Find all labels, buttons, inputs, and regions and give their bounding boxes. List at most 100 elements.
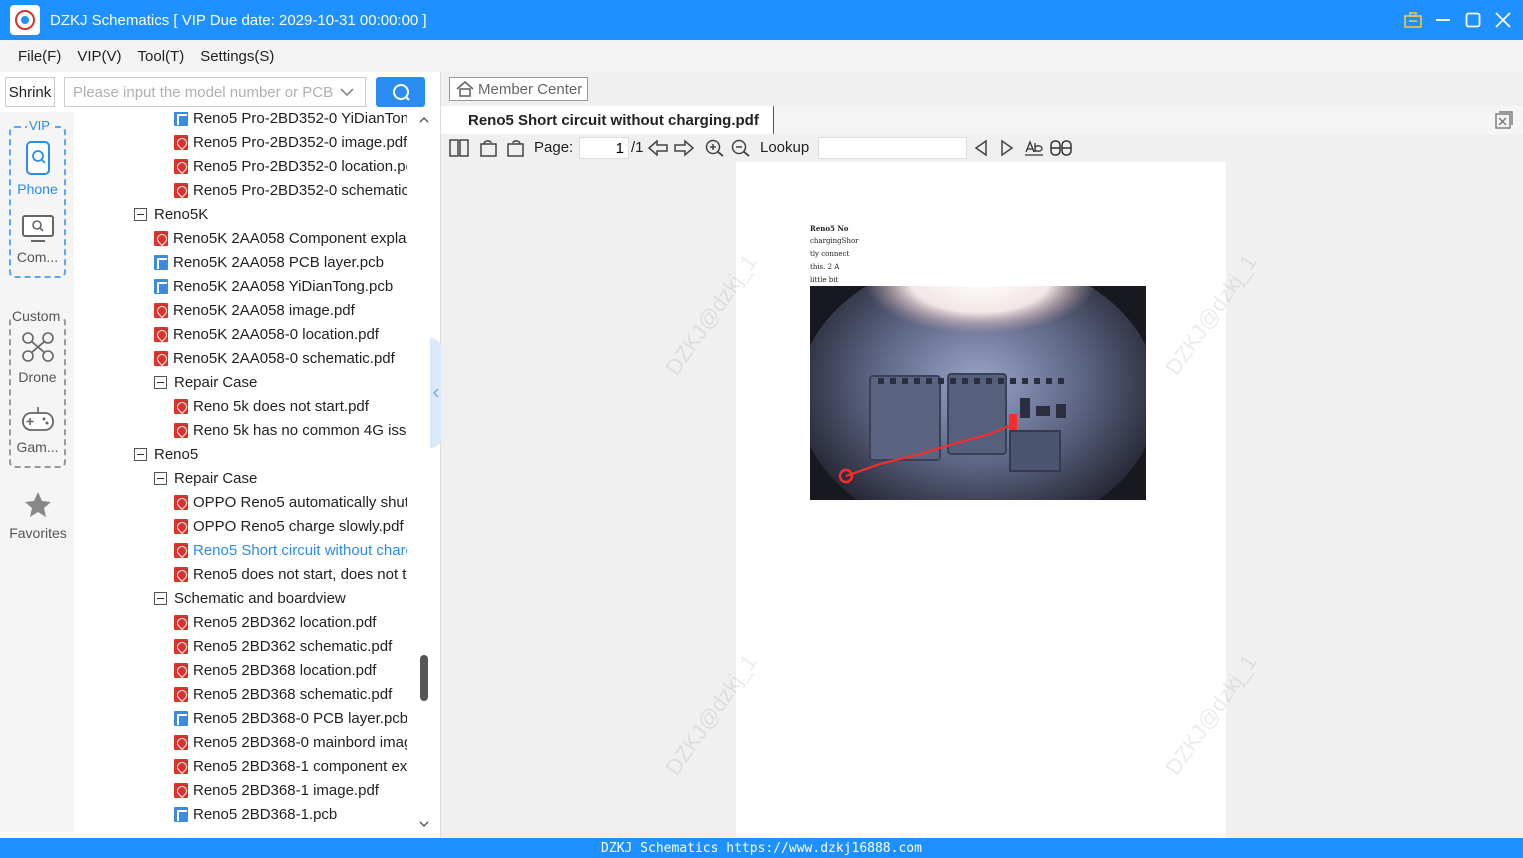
tree-file[interactable]: Reno5K 2AA058-0 location.pdf [154,322,407,346]
shrink-button[interactable]: Shrink [5,77,55,107]
pdf-file-icon [154,326,168,342]
tree-file[interactable]: OPPO Reno5 charge slowly.pdf [174,514,407,538]
tree-item-label: Reno5 Pro-2BD352-0 image.pdf [193,133,407,151]
dual-page-icon[interactable] [449,139,469,157]
previous-page-icon[interactable] [648,139,668,157]
collapse-toggle-icon[interactable] [154,471,167,485]
tree-item-label: OPPO Reno5 charge slowly.pdf [193,517,404,535]
pdf-file-icon [174,782,188,798]
tree-file[interactable]: Reno5 2BD362 schematic.pdf [174,634,407,658]
briefcase-icon[interactable] [1403,10,1423,30]
tree-folder[interactable]: Reno5 [134,442,407,466]
pcb-file-icon [154,254,168,270]
search-button[interactable] [376,77,425,107]
tree-file[interactable]: Reno5K 2AA058-0 schematic.pdf [154,346,407,370]
category-phone[interactable]: Phone [11,140,64,197]
page-number-input[interactable] [579,137,629,159]
pdf-file-icon [174,638,188,654]
tree-file[interactable]: Reno5 Pro-2BD352-0 location.pdf [174,154,407,178]
menu-vip[interactable]: VIP(V) [77,48,121,65]
tree-file[interactable]: Reno5K 2AA058 PCB layer.pcb [154,250,407,274]
file-tree: Reno5 Pro-2BD352-0 YiDianTong.pcb Reno5 P… [74,112,417,832]
zoom-in-icon[interactable] [705,139,725,157]
collapse-toggle-icon[interactable] [134,207,147,221]
tree-file[interactable]: Reno 5k has no common 4G issue.pdf [174,418,407,442]
pdf-file-icon [174,494,188,510]
rotate-left-icon[interactable] [479,139,499,157]
category-computer[interactable]: Com... [11,214,64,265]
pdf-file-icon [174,662,188,678]
tree-file[interactable]: OPPO Reno5 automatically shuts down.pdf [174,490,407,514]
collapse-toggle-icon[interactable] [134,447,147,461]
pcb-file-icon [174,112,188,126]
lookup-input[interactable] [818,137,967,159]
rotate-right-icon[interactable] [505,139,525,157]
tree-folder[interactable]: Reno5K [134,202,407,226]
pdf-file-icon [174,686,188,702]
maximize-button[interactable] [1463,10,1483,30]
vip-group: VIP Phone Com... [9,118,66,278]
tree-folder[interactable]: Schematic and boardview [154,586,407,610]
pdf-viewer[interactable]: Reno5 No chargingShor tly connect this. … [441,162,1523,838]
menu-tool[interactable]: Tool(T) [138,48,185,65]
tree-file[interactable]: Reno5 2BD368-0 mainbord image.pdf [174,730,407,754]
minimize-button[interactable] [1433,10,1453,30]
member-center-button[interactable]: Member Center [449,77,588,101]
match-case-icon[interactable] [1024,139,1044,157]
tree-scrollbar[interactable] [417,112,431,832]
tree-folder[interactable]: Repair Case [154,466,407,490]
tree-item-label: Reno5 [154,445,199,463]
collapse-toggle-icon[interactable] [154,591,167,605]
tree-item-label: Schematic and boardview [174,589,346,607]
scroll-up-icon[interactable] [419,116,429,124]
pdf-file-icon [174,542,188,558]
tree-file[interactable]: Reno5K 2AA058 Component explanation.pdf [154,226,407,250]
tree-file[interactable]: Reno5 2BD368-0 PCB layer.pcb [174,706,407,730]
tree-file[interactable]: Reno5 2BD368-1 image.pdf [174,778,407,802]
page-text-line: this. 2 A [810,263,840,271]
menu-file[interactable]: File(F) [18,48,61,65]
tree-file[interactable]: Reno5 Pro-2BD352-0 YiDianTong.pcb [174,112,407,130]
pdf-file-icon [174,518,188,534]
document-tab[interactable]: Reno5 Short circuit without charging.pdf [441,106,774,134]
board-photo [798,256,1158,536]
menu-settings[interactable]: Settings(S) [200,48,274,65]
tree-file[interactable]: Reno5 Short circuit without charging.pdf [174,538,407,562]
chevron-down-icon[interactable] [340,84,354,102]
tree-file[interactable]: Reno5 2BD368 location.pdf [174,658,407,682]
tree-file[interactable]: Reno5K 2AA058 image.pdf [154,298,407,322]
tree-file[interactable]: Reno5 2BD368 schematic.pdf [174,682,407,706]
pdf-file-icon [174,734,188,750]
category-favorites[interactable]: Favorites [9,490,67,541]
pdf-toolbar: Page: /1 Lookup [441,134,1523,162]
scrollbar-thumb[interactable] [420,655,428,701]
tree-file[interactable]: Reno5 Pro-2BD352-0 schematic.pdf [174,178,407,202]
tree-item-label: Reno5K 2AA058 PCB layer.pcb [173,253,384,271]
tree-file[interactable]: Reno5 2BD368-1 component explanation.pdf [174,754,407,778]
next-page-icon[interactable] [674,139,694,157]
find-previous-icon[interactable] [973,139,989,157]
zoom-out-icon[interactable] [731,139,751,157]
collapse-toggle-icon[interactable] [154,375,167,389]
drone-icon [21,332,54,362]
whole-word-icon[interactable] [1050,139,1072,157]
search-input[interactable] [64,77,366,107]
scroll-down-icon[interactable] [419,820,429,828]
close-button[interactable] [1493,10,1513,30]
tree-item-label: Reno5 2BD368-0 PCB layer.pcb [193,709,407,727]
tree-item-label: Reno5 2BD368-1 component explanation.pdf [193,757,407,775]
tree-file[interactable]: Reno5K 2AA058 YiDianTong.pcb [154,274,407,298]
star-icon [24,492,51,517]
close-document-icon[interactable] [1495,111,1513,134]
category-game[interactable]: Gam... [11,404,64,455]
tree-file[interactable]: Reno5 2BD362 location.pdf [174,610,407,634]
category-bar: VIP Phone Com... Custom Drone Gam... Fav… [0,112,74,832]
find-next-icon[interactable] [999,139,1015,157]
tree-file[interactable]: Reno5 does not start, does not turn on.p… [174,562,407,586]
tree-file[interactable]: Reno5 2BD368-1.pcb [174,802,407,826]
category-drone[interactable]: Drone [11,330,64,385]
document-tab-title: Reno5 Short circuit without charging.pdf [468,111,759,129]
tree-folder[interactable]: Repair Case [154,370,407,394]
tree-file[interactable]: Reno 5k does not start.pdf [174,394,407,418]
tree-file[interactable]: Reno5 Pro-2BD352-0 image.pdf [174,130,407,154]
